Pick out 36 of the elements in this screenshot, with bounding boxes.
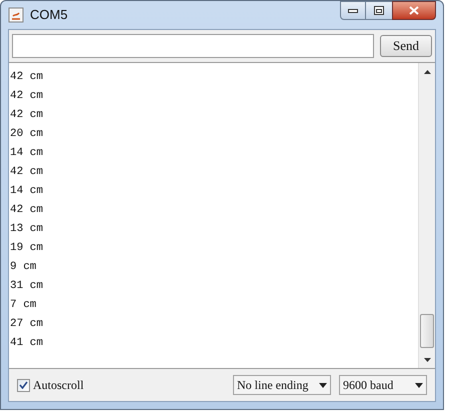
- scrollbar[interactable]: [418, 63, 435, 368]
- output-line: 7 cm: [9, 298, 38, 313]
- scroll-down-icon[interactable]: [424, 358, 430, 362]
- output-line: 42 cm: [9, 70, 44, 85]
- send-button[interactable]: Send: [380, 35, 432, 57]
- output-line: 42 cm: [9, 89, 44, 104]
- output-line: 31 cm: [9, 279, 44, 294]
- window-title: COM5: [30, 6, 68, 24]
- dropdown[interactable]: 9600 baud: [339, 375, 427, 395]
- output-line: 14 cm: [9, 146, 44, 161]
- output-line: 42 cm: [9, 108, 44, 123]
- caret-icon: [319, 382, 327, 388]
- minimize-icon: [348, 8, 358, 12]
- output-line: 42 cm: [9, 203, 44, 218]
- dropdown[interactable]: No line ending: [233, 375, 331, 395]
- minimize-button[interactable]: [340, 1, 366, 20]
- output-line: 13 cm: [9, 222, 44, 237]
- close-button[interactable]: [392, 1, 436, 20]
- output-line: 19 cm: [9, 241, 44, 256]
- autoscroll-checkbox[interactable]: [17, 378, 30, 392]
- output-line: 41 cm: [9, 336, 44, 351]
- close-icon: [409, 6, 419, 15]
- app-icon: [8, 7, 24, 23]
- input-field[interactable]: [12, 34, 374, 58]
- maximize-icon: [374, 6, 384, 15]
- output-line: 20 cm: [9, 127, 44, 142]
- output-line: 27 cm: [9, 317, 44, 332]
- output-line: 42 cm: [9, 165, 44, 180]
- maximize-button[interactable]: [366, 1, 392, 20]
- autoscroll-label: Autoscroll: [33, 377, 84, 394]
- caret-icon: [415, 382, 423, 388]
- output-line: 14 cm: [9, 184, 44, 199]
- scroll-up-icon[interactable]: [424, 70, 430, 74]
- output-line: 9 cm: [9, 260, 38, 275]
- check-icon: [19, 381, 28, 389]
- scroll-thumb[interactable]: [420, 314, 434, 348]
